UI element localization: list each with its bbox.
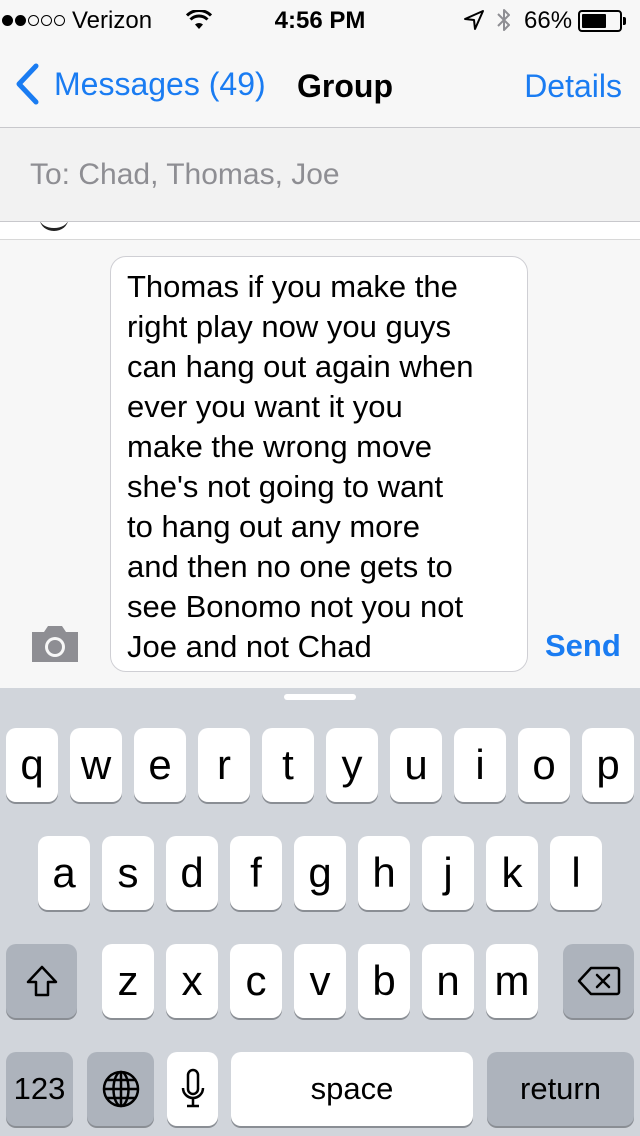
- key-d[interactable]: d: [166, 836, 218, 910]
- send-button[interactable]: Send: [545, 628, 621, 664]
- message-input[interactable]: Thomas if you make the right play now yo…: [110, 256, 528, 672]
- battery-nub: [623, 17, 626, 25]
- numbers-key[interactable]: 123: [6, 1052, 73, 1126]
- status-bar: Verizon 4:56 PM 66%: [0, 0, 640, 40]
- key-m[interactable]: m: [486, 944, 538, 1018]
- key-r[interactable]: r: [198, 728, 250, 802]
- compose-bar: Thomas if you make the right play now yo…: [0, 240, 640, 688]
- message-thread[interactable]: [0, 222, 640, 240]
- space-key[interactable]: space: [231, 1052, 473, 1126]
- key-n[interactable]: n: [422, 944, 474, 1018]
- delete-key[interactable]: [563, 944, 634, 1018]
- battery-percentage: 66%: [524, 7, 573, 34]
- key-u[interactable]: u: [390, 728, 442, 802]
- camera-icon[interactable]: [30, 624, 80, 664]
- return-key[interactable]: return: [487, 1052, 634, 1126]
- recipients-text: To: Chad, Thomas, Joe: [30, 158, 340, 191]
- microphone-icon: [181, 1068, 204, 1108]
- key-a[interactable]: a: [38, 836, 90, 910]
- key-o[interactable]: o: [518, 728, 570, 802]
- key-g[interactable]: g: [294, 836, 346, 910]
- globe-icon: [102, 1070, 139, 1108]
- key-v[interactable]: v: [294, 944, 346, 1018]
- conversation-title: Group: [297, 68, 393, 104]
- chevron-left-icon: [16, 63, 39, 105]
- key-s[interactable]: s: [102, 836, 154, 910]
- message-input-text: Thomas if you make the right play now yo…: [127, 269, 474, 664]
- back-button[interactable]: Messages (49): [14, 62, 266, 106]
- keyboard: 123 space return qwertyuiop asdfghjkl zxcv…: [0, 688, 640, 1136]
- battery-fill: [582, 14, 606, 28]
- shift-arrow-icon: [26, 965, 57, 997]
- key-p[interactable]: p: [582, 728, 634, 802]
- key-y[interactable]: y: [326, 728, 378, 802]
- key-w[interactable]: w: [70, 728, 122, 802]
- key-b[interactable]: b: [358, 944, 410, 1018]
- navigation-bar: Messages (49) Group Details: [0, 40, 640, 128]
- key-h[interactable]: h: [358, 836, 410, 910]
- key-c[interactable]: c: [230, 944, 282, 1018]
- key-i[interactable]: i: [454, 728, 506, 802]
- back-button-label: Messages (49): [54, 65, 266, 102]
- recipients-field[interactable]: To: Chad, Thomas, Joe: [0, 128, 640, 222]
- key-x[interactable]: x: [166, 944, 218, 1018]
- key-j[interactable]: j: [422, 836, 474, 910]
- key-f[interactable]: f: [230, 836, 282, 910]
- bluetooth-icon: [497, 9, 510, 31]
- battery-icon: [578, 10, 628, 32]
- globe-key[interactable]: [87, 1052, 154, 1126]
- details-button[interactable]: Details: [524, 68, 622, 105]
- key-e[interactable]: e: [134, 728, 186, 802]
- shift-key[interactable]: [6, 944, 77, 1018]
- key-k[interactable]: k: [486, 836, 538, 910]
- key-l[interactable]: l: [550, 836, 602, 910]
- delete-backspace-icon: [577, 966, 620, 996]
- keyboard-handle: [284, 694, 356, 700]
- thread-content-peek: [40, 222, 68, 231]
- dictation-key[interactable]: [167, 1052, 218, 1126]
- location-arrow-icon: [464, 10, 484, 30]
- key-z[interactable]: z: [102, 944, 154, 1018]
- key-q[interactable]: q: [6, 728, 58, 802]
- key-t[interactable]: t: [262, 728, 314, 802]
- battery-shell: [578, 10, 622, 32]
